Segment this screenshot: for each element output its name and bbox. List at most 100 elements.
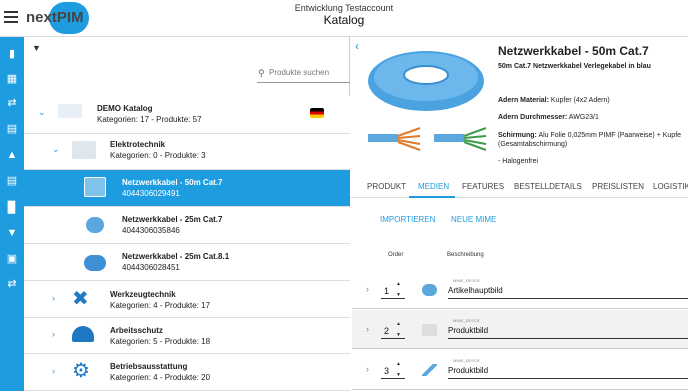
tree-item-label: DEMO Katalog	[97, 104, 153, 113]
description-field: MIME_DESCR	[448, 318, 688, 339]
chevron-left-icon[interactable]: ‹	[355, 39, 359, 53]
tree-item-label: Netzwerkkabel - 50m Cat.7	[122, 178, 223, 187]
tree-row-catalog[interactable]: ⌄ DEMO Katalog Kategorien: 17 - Produkte…	[24, 96, 350, 134]
field-label: MIME_DESCR	[453, 358, 480, 363]
filter-icon[interactable]: ▼	[32, 43, 41, 53]
tree-item-sub: Kategorien: 4 - Produkte: 20	[110, 373, 211, 382]
active-tab-indicator	[409, 196, 455, 198]
tree-item-sub: 4044306028451	[122, 263, 180, 272]
tree-row-product[interactable]: Netzwerkkabel - 25m Cat.8.1 404430602845…	[24, 244, 350, 281]
tree-item-sub: Kategorien: 0 - Produkte: 3	[110, 151, 206, 160]
attr-adern-durchmesser: Adern Durchmesser: AWG23/1	[498, 114, 599, 121]
order-stepper[interactable]: 1 ▲ ▼	[381, 280, 405, 299]
shuffle-icon[interactable]: ⇄	[6, 278, 18, 290]
chevron-right-icon[interactable]: ›	[366, 284, 369, 294]
field-label: MIME_DESCR	[453, 318, 480, 323]
order-value: 3	[384, 366, 390, 376]
document-icon[interactable]: ▤	[6, 175, 18, 187]
description-input[interactable]	[448, 366, 684, 375]
tab-produkt[interactable]: PRODUKT	[367, 182, 406, 191]
helmet-icon	[72, 326, 94, 342]
tree-item-sub: Kategorien: 17 - Produkte: 57	[97, 115, 202, 124]
tab-bar: PRODUKT MEDIEN FEATURES BESTELLDETAILS P…	[350, 174, 688, 198]
field-label: MIME_DESCR	[453, 278, 480, 283]
tab-logistik[interactable]: LOGISTIK	[653, 182, 688, 191]
calendar-icon[interactable]: ▦	[6, 73, 18, 85]
chevron-down-icon[interactable]: ⌄	[38, 107, 46, 118]
warning-icon[interactable]: ▲	[6, 149, 18, 161]
column-header-order: Order	[388, 252, 404, 258]
tree-item-sub: Kategorien: 4 - Produkte: 17	[110, 301, 211, 310]
chevron-down-icon[interactable]: ⌄	[52, 144, 60, 155]
flag-de-icon[interactable]	[310, 108, 324, 118]
tab-medien[interactable]: MEDIEN	[418, 182, 449, 191]
chevron-right-icon[interactable]: ›	[52, 293, 55, 303]
tree-row-werkzeugtechnik[interactable]: › ✖ Werkzeugtechnik Kategorien: 4 - Prod…	[24, 281, 350, 318]
tree-row-product[interactable]: Netzwerkkabel - 25m Cat.7 4044306035846	[24, 207, 350, 244]
increment-icon[interactable]: ▲	[396, 281, 401, 287]
shuffle-icon[interactable]: ⇄	[6, 97, 18, 109]
product-detail: ‹ Netzwerkkabel - 50m Cat.7 50m Cat.7 Ne…	[350, 37, 688, 391]
description-field: MIME_DESCR	[448, 278, 688, 299]
media-thumbnail	[422, 284, 437, 296]
description-field: MIME_DESCR	[448, 358, 688, 379]
product-thumbnail	[86, 217, 104, 233]
chevron-right-icon[interactable]: ›	[52, 366, 55, 376]
box-icon[interactable]: ▤	[6, 123, 18, 135]
media-row: › 3 ▲ ▼ MIME_DESCR	[352, 350, 688, 390]
chevron-right-icon[interactable]: ›	[366, 364, 369, 374]
search-icon: ⚲	[258, 68, 265, 78]
import-button[interactable]: IMPORTIEREN	[380, 215, 435, 224]
product-thumbnail	[84, 177, 106, 197]
decrement-icon[interactable]: ▼	[396, 292, 401, 298]
tree-row-arbeitsschutz[interactable]: › Arbeitsschutz Kategorien: 5 - Produkte…	[24, 318, 350, 354]
attr-halogenfrei: - Halogenfrei	[498, 158, 539, 165]
product-title: Netzwerkkabel - 50m Cat.7	[498, 44, 649, 58]
decrement-icon[interactable]: ▼	[396, 332, 401, 338]
tree-item-sub: 4044306029491	[122, 189, 180, 198]
page-title: Katalog	[323, 13, 365, 27]
gear-icon: ⚙	[72, 360, 90, 382]
increment-icon[interactable]: ▲	[396, 361, 401, 367]
tree-item-label: Betriebsausstattung	[110, 362, 188, 371]
new-mime-button[interactable]: NEUE MIME	[451, 215, 496, 224]
product-detail-image	[368, 127, 487, 151]
tree-row-betriebsausstattung[interactable]: › ⚙ Betriebsausstattung Kategorien: 4 - …	[24, 354, 350, 391]
printer-icon[interactable]: ▣	[6, 253, 18, 265]
bar-chart-icon[interactable]: ▉	[6, 202, 18, 214]
media-thumbnail	[422, 364, 437, 376]
description-input[interactable]	[448, 286, 684, 295]
increment-icon[interactable]: ▲	[396, 321, 401, 327]
book-icon[interactable]: ▮	[6, 48, 18, 60]
media-row: › 1 ▲ ▼ MIME_DESCR	[352, 271, 688, 309]
attr-schirmung-cont: (Gesamtabschirmung)	[498, 141, 568, 148]
chevron-right-icon[interactable]: ›	[366, 324, 369, 334]
tree-item-label: Werkzeugtechnik	[110, 290, 176, 299]
decrement-icon[interactable]: ▼	[396, 372, 401, 378]
order-value: 1	[384, 286, 390, 296]
media-row: › 2 ▲ ▼ MIME_DESCR	[352, 310, 688, 349]
description-input[interactable]	[448, 326, 684, 335]
filter-icon[interactable]: ▼	[6, 227, 18, 239]
tab-bestelldetails[interactable]: BESTELLDETAILS	[514, 182, 582, 191]
chevron-right-icon[interactable]: ›	[52, 329, 55, 339]
tree-row-elektrotechnik[interactable]: ⌄ Elektrotechnik Kategorien: 0 - Produkt…	[24, 134, 350, 170]
tree-item-sub: Kategorien: 5 - Produkte: 18	[110, 337, 211, 346]
product-subtitle: 50m Cat.7 Netzwerkkabel Verlegekabel in …	[498, 63, 651, 70]
account-name: Entwicklung Testaccount	[294, 3, 394, 13]
attr-adern-material: Adern Material: Kupfer (4x2 Adern)	[498, 97, 610, 104]
tools-icon: ✖	[72, 288, 89, 310]
attr-schirmung: Schirmung: Alu Folie 0,025mm PIMF (Paarw…	[498, 132, 682, 139]
tab-preislisten[interactable]: PREISLISTEN	[592, 182, 644, 191]
product-image	[368, 51, 484, 111]
tree-item-label: Elektrotechnik	[110, 140, 166, 149]
order-value: 2	[384, 326, 390, 336]
catalog-tree: ▼ ⚲ ⌄ DEMO Katalog Kategorien: 17 - Prod…	[24, 37, 366, 391]
tree-row-product-selected[interactable]: Netzwerkkabel - 50m Cat.7 4044306029491	[24, 170, 350, 207]
tab-features[interactable]: FEATURES	[462, 182, 504, 191]
catalog-logo	[58, 104, 82, 118]
column-header-description: Beschreibung	[447, 252, 484, 258]
order-stepper[interactable]: 2 ▲ ▼	[381, 320, 405, 339]
top-bar: nextPIM Entwicklung Testaccount Katalog	[0, 0, 688, 37]
order-stepper[interactable]: 3 ▲ ▼	[381, 360, 405, 379]
